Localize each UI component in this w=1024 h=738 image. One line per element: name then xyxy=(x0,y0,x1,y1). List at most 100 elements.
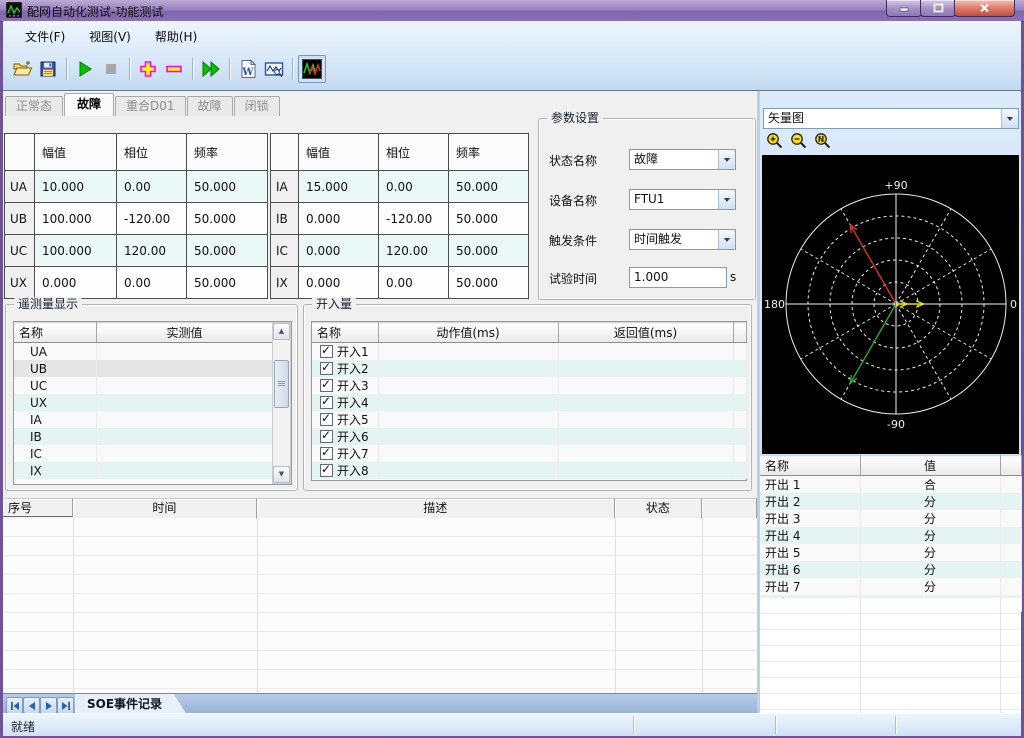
remove-state-button[interactable] xyxy=(161,56,187,82)
open-button[interactable] xyxy=(9,56,35,82)
measured-value-header[interactable]: 实测值 xyxy=(96,323,273,343)
dropdown-button[interactable] xyxy=(718,190,735,209)
cell[interactable]: -120.00 xyxy=(117,203,187,235)
cell[interactable]: 0.000 xyxy=(299,267,379,299)
input-checkbox[interactable] xyxy=(320,396,333,409)
cell[interactable]: 50.000 xyxy=(187,267,268,299)
telemetry-scrollbar[interactable]: ▲ ▼ xyxy=(272,322,291,484)
cell[interactable]: 50.000 xyxy=(449,235,529,267)
cell[interactable]: 50.000 xyxy=(187,171,268,203)
tab-lockout[interactable]: 闭锁 xyxy=(234,96,280,116)
maximize-button[interactable] xyxy=(920,0,956,17)
cell[interactable]: -120.00 xyxy=(379,203,449,235)
trigger-condition-select[interactable]: 时间触发 xyxy=(629,229,736,250)
cell[interactable]: 15.000 xyxy=(299,171,379,203)
input-checkbox[interactable] xyxy=(320,345,333,358)
tab-reclose-d01[interactable]: 重合D01 xyxy=(115,96,186,116)
name-header[interactable]: 名称 xyxy=(14,323,96,343)
list-item[interactable]: UB xyxy=(14,360,273,377)
cell[interactable]: 10.000 xyxy=(35,171,117,203)
add-state-button[interactable] xyxy=(135,56,161,82)
tab-fault-2[interactable]: 故障 xyxy=(187,96,233,116)
waveform-window-button[interactable] xyxy=(261,56,287,82)
tab-normal-state[interactable]: 正常态 xyxy=(5,96,63,116)
dropdown-button[interactable] xyxy=(718,150,735,169)
tab-fault[interactable]: 故障 xyxy=(64,93,114,116)
time-header[interactable]: 时间 xyxy=(73,498,257,519)
input-checkbox[interactable] xyxy=(320,413,333,426)
cell[interactable]: 120.00 xyxy=(117,235,187,267)
name-header[interactable]: 名称 xyxy=(760,456,860,476)
input-checkbox[interactable] xyxy=(320,447,333,460)
list-item[interactable]: IA xyxy=(14,411,273,428)
name-header[interactable]: 名称 xyxy=(312,323,378,343)
cell[interactable]: 100.000 xyxy=(35,235,117,267)
list-item[interactable]: IC xyxy=(14,445,273,462)
state-name-select[interactable]: 故障 xyxy=(629,149,736,170)
cell[interactable]: 0.00 xyxy=(379,267,449,299)
cell[interactable]: 50.000 xyxy=(449,267,529,299)
list-item[interactable]: 开出 7分 xyxy=(760,578,1021,595)
run-continuous-button[interactable] xyxy=(198,56,224,82)
seq-header[interactable]: 序号 xyxy=(3,498,73,517)
list-item[interactable]: 开出 4分 xyxy=(760,527,1021,544)
start-test-button[interactable] xyxy=(72,56,98,82)
cell[interactable]: 50.000 xyxy=(187,235,268,267)
scroll-down-button[interactable]: ▼ xyxy=(273,466,290,483)
zoom-reset-button[interactable]: N xyxy=(813,131,833,151)
zoom-out-button[interactable] xyxy=(789,131,809,151)
cell[interactable]: 0.000 xyxy=(299,203,379,235)
value-header[interactable]: 值 xyxy=(860,456,1000,476)
next-page-button[interactable] xyxy=(40,697,57,714)
input-checkbox[interactable] xyxy=(320,379,333,392)
cell[interactable]: 50.000 xyxy=(449,171,529,203)
phasor-diagram[interactable]: +90 -90 180 0 xyxy=(762,155,1019,454)
dropdown-button[interactable] xyxy=(718,230,735,249)
wave-display-button[interactable] xyxy=(298,55,326,83)
view-mode-select[interactable]: 矢量图 xyxy=(763,108,1019,129)
scroll-up-button[interactable]: ▲ xyxy=(273,323,290,340)
menu-file[interactable]: 文件(F) xyxy=(13,24,77,49)
stop-test-button[interactable] xyxy=(98,56,124,82)
list-item[interactable]: IB xyxy=(14,428,273,445)
save-button[interactable] xyxy=(35,56,61,82)
minimize-button[interactable] xyxy=(886,0,922,17)
cell[interactable]: 0.00 xyxy=(117,267,187,299)
list-item[interactable]: 开出 1合 xyxy=(760,476,1021,494)
list-item[interactable]: 开出 5分 xyxy=(760,544,1021,561)
first-page-button[interactable] xyxy=(6,697,23,714)
cell[interactable]: 0.000 xyxy=(35,267,117,299)
list-item[interactable]: UA xyxy=(14,343,273,361)
description-header[interactable]: 描述 xyxy=(257,498,615,519)
list-item[interactable]: 开出 2分 xyxy=(760,493,1021,510)
list-item[interactable]: UC xyxy=(14,377,273,394)
cell[interactable]: 120.00 xyxy=(379,235,449,267)
word-report-button[interactable]: W xyxy=(235,56,261,82)
zoom-in-button[interactable] xyxy=(765,131,785,151)
status-header[interactable]: 状态 xyxy=(615,498,703,519)
cell[interactable]: 0.00 xyxy=(117,171,187,203)
input-checkbox[interactable] xyxy=(320,430,333,443)
list-item[interactable]: 开出 3分 xyxy=(760,510,1021,527)
dropdown-button[interactable] xyxy=(1001,109,1018,128)
tab-soe-event-log[interactable]: SOE事件记录 xyxy=(75,694,187,715)
event-table-body[interactable] xyxy=(3,518,757,693)
menu-help[interactable]: 帮助(H) xyxy=(143,24,209,49)
input-checkbox[interactable] xyxy=(320,362,333,375)
list-item[interactable]: IX xyxy=(14,462,273,479)
cell[interactable]: 50.000 xyxy=(449,203,529,235)
return-value-header[interactable]: 返回值(ms) xyxy=(558,323,733,343)
previous-page-button[interactable] xyxy=(23,697,40,714)
input-checkbox[interactable] xyxy=(320,464,333,477)
menu-view[interactable]: 视图(V) xyxy=(77,24,143,49)
cell[interactable]: 0.000 xyxy=(299,235,379,267)
last-page-button[interactable] xyxy=(57,697,74,714)
title-bar[interactable]: 配网自动化测试-功能测试 xyxy=(0,0,1024,22)
test-time-input[interactable]: 1.000 xyxy=(629,267,727,288)
cell[interactable]: 50.000 xyxy=(187,203,268,235)
action-value-header[interactable]: 动作值(ms) xyxy=(378,323,558,343)
cell[interactable]: 0.00 xyxy=(379,171,449,203)
scrollbar-thumb[interactable] xyxy=(274,360,289,408)
list-item[interactable]: 开出 6分 xyxy=(760,561,1021,578)
list-item[interactable]: UX xyxy=(14,394,273,411)
